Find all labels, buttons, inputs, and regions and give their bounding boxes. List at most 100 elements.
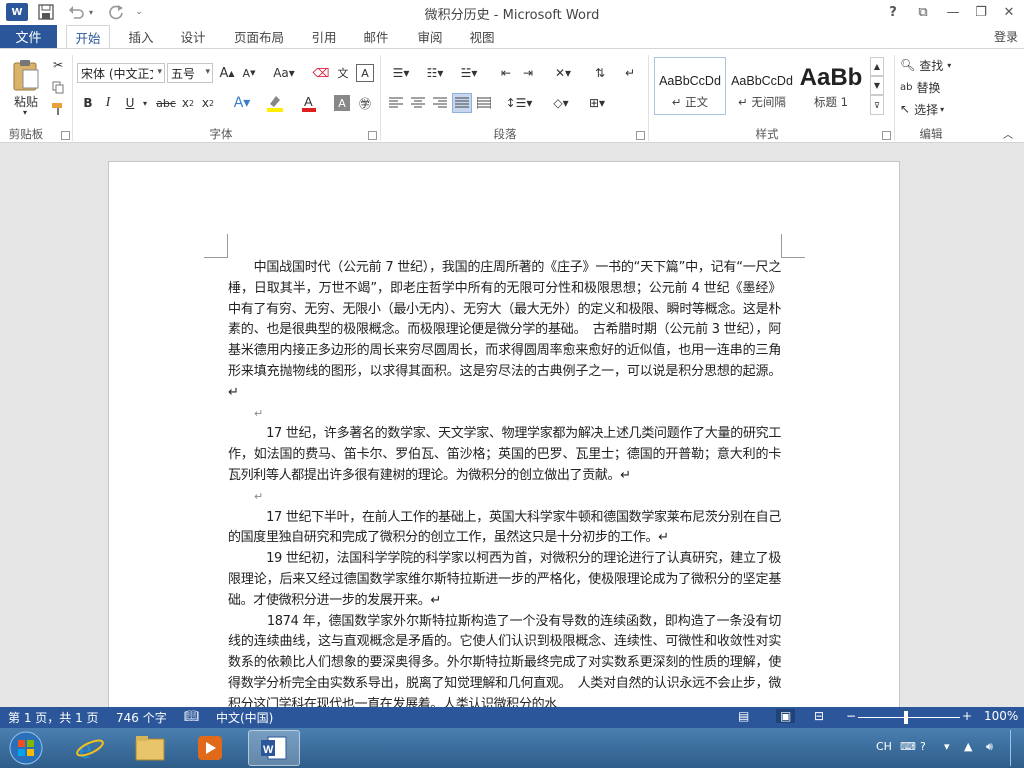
align-center-icon[interactable]	[408, 93, 428, 113]
language-indicator[interactable]: 中文(中国)	[216, 709, 273, 726]
paragraph-launcher-icon[interactable]	[636, 131, 645, 140]
change-case-icon[interactable]: Aa▾	[270, 63, 298, 83]
zoom-slider-thumb[interactable]	[904, 711, 908, 724]
font-name-combo[interactable]: 宋体 (中文正文 ▾	[77, 63, 165, 83]
zoom-level[interactable]: 100%	[984, 709, 1018, 723]
document-body[interactable]: 中国战国时代（公元前 7 世纪），我国的庄周所著的《庄子》一书的“天下篇”中，记…	[228, 258, 781, 707]
windows-start-icon[interactable]	[4, 730, 48, 766]
read-mode-icon[interactable]: ▤	[738, 709, 749, 723]
bold-icon[interactable]: B	[80, 93, 96, 113]
text-effects-icon[interactable]: A▾	[232, 93, 252, 113]
style-no-spacing[interactable]: AaBbCcDd ↵ 无间隔	[726, 57, 798, 115]
copy-icon[interactable]	[50, 77, 66, 97]
character-border-icon[interactable]: A	[356, 64, 374, 82]
shrink-font-icon[interactable]: A ▼	[240, 63, 258, 83]
shading-icon[interactable]: ◇▾	[546, 93, 576, 113]
page-count[interactable]: 第 1 页，共 1 页	[8, 709, 99, 726]
replace-button[interactable]: ab 替换	[900, 77, 962, 97]
character-shading-icon[interactable]: A	[334, 95, 350, 111]
tab-home[interactable]: 开始	[66, 25, 110, 49]
word-count[interactable]: 746 个字	[116, 709, 167, 726]
help-button[interactable]: ?	[878, 2, 908, 22]
collapse-ribbon-icon[interactable]: ︿	[1000, 123, 1016, 143]
clipboard-launcher-icon[interactable]	[61, 131, 70, 140]
align-left-icon[interactable]	[386, 93, 406, 113]
clear-formatting-icon[interactable]: ⌫	[312, 63, 330, 83]
paragraph[interactable]: 17 世纪下半叶，在前人工作的基础上，英国大科学家牛顿和德国数学家莱布尼茨分别在…	[228, 508, 781, 550]
proofing-icon[interactable]: 📖︎	[184, 709, 199, 723]
highlight-color-icon[interactable]	[264, 93, 288, 113]
sort-icon[interactable]: ⇅	[590, 63, 610, 83]
zoom-slider-track[interactable]	[858, 717, 960, 718]
tab-design[interactable]: 设计	[172, 25, 214, 48]
style-normal[interactable]: AaBbCcDd ↵ 正文	[654, 57, 726, 115]
document-area[interactable]: 中国战国时代（公元前 7 世纪），我国的庄周所著的《庄子》一书的“天下篇”中，记…	[0, 143, 1024, 707]
close-button[interactable]: ✕	[994, 2, 1024, 22]
paste-icon[interactable]	[8, 55, 44, 95]
zoom-out-icon[interactable]: −	[846, 709, 856, 723]
paragraph[interactable]: 17 世纪，许多著名的数学家、天文学家、物理学家都为解决上述几类问题作了大量的研…	[228, 424, 781, 486]
superscript-icon[interactable]: x2	[200, 93, 216, 113]
asian-layout-icon[interactable]: ✕▾	[548, 63, 578, 83]
styles-launcher-icon[interactable]	[882, 131, 891, 140]
zoom-in-icon[interactable]: +	[962, 709, 972, 723]
grow-font-icon[interactable]: A ▲	[218, 63, 236, 83]
borders-icon[interactable]: ⊞▾	[582, 93, 612, 113]
numbering-icon[interactable]: ☷▾	[420, 63, 450, 83]
paragraph[interactable]: 中国战国时代（公元前 7 世纪），我国的庄周所著的《庄子》一书的“天下篇”中，记…	[228, 258, 781, 404]
distributed-icon[interactable]	[474, 93, 494, 113]
font-color-icon[interactable]: A	[298, 93, 322, 113]
font-launcher-icon[interactable]	[368, 131, 377, 140]
internet-explorer-icon[interactable]: e	[66, 730, 114, 766]
styles-scroll-down-icon[interactable]: ▼	[870, 76, 884, 95]
subscript-icon[interactable]: x2	[180, 93, 196, 113]
ribbon-display-options-button[interactable]: ⧉	[908, 2, 938, 22]
decrease-indent-icon[interactable]: ⇤	[496, 63, 516, 83]
enclose-characters-icon[interactable]: ㊫	[356, 93, 374, 113]
tab-review[interactable]: 审阅	[410, 25, 450, 48]
chevron-down-icon[interactable]: ▾	[205, 67, 210, 77]
increase-indent-icon[interactable]: ⇥	[518, 63, 538, 83]
italic-icon[interactable]: I	[100, 93, 116, 113]
underline-icon[interactable]: U	[122, 93, 138, 113]
document-page[interactable]: 中国战国时代（公元前 7 世纪），我国的庄周所著的《庄子》一书的“天下篇”中，记…	[108, 161, 900, 707]
styles-scroll-up-icon[interactable]: ▲	[870, 57, 884, 76]
underline-dropdown-icon[interactable]: ▾	[140, 93, 150, 113]
print-layout-icon[interactable]: ▣	[776, 709, 796, 723]
strikethrough-icon[interactable]: abc	[156, 93, 176, 113]
align-right-icon[interactable]	[430, 93, 450, 113]
find-button[interactable]: 🔍︎ 查找 ▾	[900, 55, 962, 75]
tab-layout[interactable]: 页面布局	[228, 25, 290, 48]
bullets-icon[interactable]: ☰▾	[386, 63, 416, 83]
select-button[interactable]: ↖ 选择 ▾	[900, 99, 962, 119]
web-layout-icon[interactable]: ⊟	[814, 709, 824, 723]
sign-in-link[interactable]: 登录	[994, 25, 1024, 48]
paste-dropdown-icon[interactable]: ▾	[20, 107, 30, 117]
media-player-icon[interactable]	[186, 730, 234, 766]
tab-mailings[interactable]: 邮件	[356, 25, 396, 48]
multilevel-list-icon[interactable]: ☱▾	[454, 63, 484, 83]
paragraph[interactable]: 1874 年，德国数学家外尔斯特拉斯构造了一个没有导数的连续函数，即构造了一条没…	[228, 612, 781, 707]
tab-file[interactable]: 文件	[0, 25, 57, 48]
maximize-button[interactable]: ❐	[966, 2, 996, 22]
ime-indicator[interactable]: CH	[876, 740, 892, 753]
volume-icon[interactable]: 🔊︎	[986, 740, 993, 754]
help-tray-icon[interactable]: ?	[920, 740, 926, 753]
keyboard-icon[interactable]: ⌨	[900, 740, 916, 753]
ime-options-icon[interactable]: ▾	[944, 740, 950, 753]
format-painter-icon[interactable]	[50, 99, 66, 119]
chevron-down-icon[interactable]: ▾	[157, 67, 162, 77]
tab-insert[interactable]: 插入	[120, 25, 162, 48]
font-size-combo[interactable]: 五号 ▾	[167, 63, 213, 83]
show-desktop-button[interactable]	[1010, 730, 1024, 766]
tab-references[interactable]: 引用	[304, 25, 344, 48]
file-explorer-icon[interactable]	[126, 730, 174, 766]
cut-icon[interactable]: ✂	[50, 55, 66, 75]
empty-paragraph[interactable]: ↵	[228, 404, 781, 425]
paragraph[interactable]: 19 世纪初，法国科学学院的科学家以柯西为首，对微积分的理论进行了认真研究，建立…	[228, 549, 781, 611]
show-hidden-icons-icon[interactable]: ▲	[964, 740, 972, 753]
empty-paragraph[interactable]: ↵	[228, 487, 781, 508]
line-spacing-icon[interactable]: ↕☰▾	[504, 93, 534, 113]
styles-more-icon[interactable]: ⊽	[870, 95, 884, 115]
justify-icon[interactable]	[452, 93, 472, 113]
